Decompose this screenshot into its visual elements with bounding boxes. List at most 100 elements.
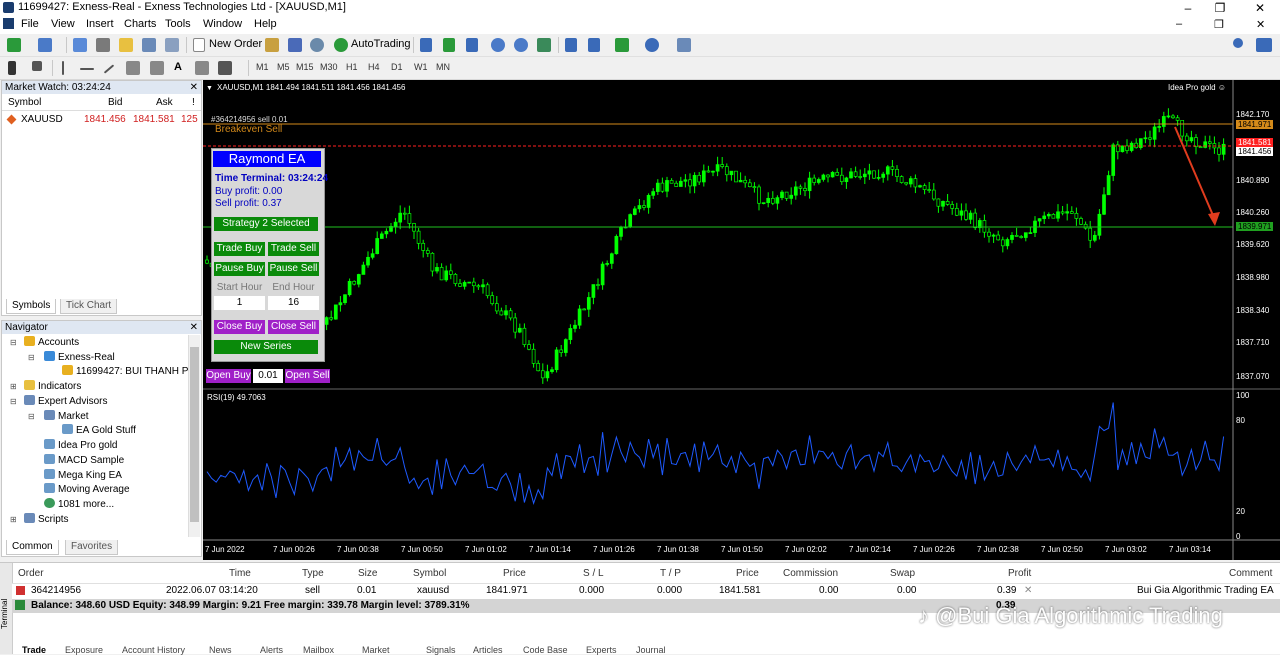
tab-code-base[interactable]: Code Base bbox=[523, 645, 568, 655]
minimize-button[interactable]: – bbox=[1170, 0, 1206, 16]
tab-mailbox[interactable]: Mailbox bbox=[303, 645, 334, 655]
scrollbar-thumb[interactable] bbox=[190, 347, 199, 522]
collapse-experts-icon[interactable]: ⊟ bbox=[10, 397, 17, 406]
tab-signals[interactable]: Signals bbox=[426, 645, 456, 655]
col-type[interactable]: Type bbox=[302, 568, 324, 579]
market-watch-icon[interactable] bbox=[73, 38, 87, 52]
timeframe-w1[interactable]: W1 bbox=[414, 62, 428, 72]
indicators-list-icon[interactable] bbox=[615, 38, 629, 52]
column-bid[interactable]: Bid bbox=[108, 95, 122, 110]
expand-indicators-icon[interactable]: ⊞ bbox=[10, 382, 17, 391]
col-price[interactable]: Price bbox=[503, 568, 526, 579]
cursor-icon[interactable] bbox=[8, 61, 16, 75]
col-profit[interactable]: Profit bbox=[1008, 568, 1031, 579]
tab-tick-chart[interactable]: Tick Chart bbox=[60, 299, 118, 314]
col-swap[interactable]: Swap bbox=[890, 568, 915, 579]
start-hour-input[interactable]: 1 bbox=[214, 296, 265, 310]
crosshair-icon[interactable] bbox=[32, 61, 42, 71]
maximize-button[interactable]: ❐ bbox=[1202, 0, 1238, 16]
tab-alerts[interactable]: Alerts bbox=[260, 645, 283, 655]
timeframe-m1[interactable]: M1 bbox=[256, 62, 269, 72]
nav-account[interactable]: 11699427: BUI THANH P bbox=[62, 365, 188, 379]
new-chart-icon[interactable] bbox=[7, 38, 21, 52]
col-order[interactable]: Order bbox=[18, 568, 44, 579]
nav-idea-pro-gold[interactable]: Idea Pro gold bbox=[44, 439, 118, 453]
timeframe-mn[interactable]: MN bbox=[436, 62, 450, 72]
chat-icon[interactable] bbox=[1256, 38, 1272, 52]
tab-journal[interactable]: Journal bbox=[636, 645, 666, 655]
periods-icon[interactable] bbox=[645, 38, 659, 52]
col-commission[interactable]: Commission bbox=[783, 568, 838, 579]
tile-windows-icon[interactable] bbox=[537, 38, 551, 52]
candlestick-icon[interactable] bbox=[443, 38, 455, 52]
nav-exness-real[interactable]: Exness-Real bbox=[44, 351, 115, 365]
close-sell-button[interactable]: Close Sell bbox=[268, 320, 319, 334]
nav-market[interactable]: Market bbox=[44, 410, 89, 424]
market-watch-close-button[interactable]: ✕ bbox=[190, 81, 198, 94]
market-icon[interactable] bbox=[310, 38, 324, 52]
menu-insert[interactable]: Insert bbox=[86, 18, 114, 30]
menu-window[interactable]: Window bbox=[203, 18, 242, 30]
metaeditor-icon[interactable] bbox=[265, 38, 279, 52]
signals-icon[interactable] bbox=[288, 38, 302, 52]
open-sell-button[interactable]: Open Sell bbox=[285, 369, 330, 383]
tab-articles[interactable]: Articles bbox=[473, 645, 503, 655]
nav-macd-sample[interactable]: MACD Sample bbox=[44, 454, 124, 468]
horizontal-line-icon[interactable] bbox=[80, 68, 94, 70]
menu-help[interactable]: Help bbox=[254, 18, 277, 30]
open-buy-button[interactable]: Open Buy bbox=[206, 369, 251, 383]
line-chart-icon[interactable] bbox=[466, 38, 478, 52]
tab-news[interactable]: News bbox=[209, 645, 232, 655]
column-spread[interactable]: ! bbox=[192, 95, 195, 110]
fibonacci-icon[interactable] bbox=[150, 61, 164, 75]
trendline-icon[interactable] bbox=[103, 64, 115, 74]
nav-more[interactable]: 1081 more... bbox=[44, 498, 114, 512]
tab-trade[interactable]: Trade bbox=[22, 645, 46, 655]
chart-minimize-button[interactable]: – bbox=[1176, 18, 1182, 30]
chart-close-button[interactable]: ✕ bbox=[1256, 18, 1265, 31]
market-watch-row[interactable]: XAUUSD 1841.456 1841.581 125 bbox=[2, 112, 201, 127]
text-label-icon[interactable] bbox=[195, 61, 209, 75]
zoom-in-icon[interactable] bbox=[491, 38, 505, 52]
search-icon[interactable] bbox=[1233, 38, 1243, 48]
close-window-button[interactable]: ✕ bbox=[1242, 0, 1278, 16]
nav-ea-gold-stuff[interactable]: EA Gold Stuff bbox=[62, 424, 136, 438]
col-tp[interactable]: T / P bbox=[660, 568, 681, 579]
zoom-out-icon[interactable] bbox=[514, 38, 528, 52]
timeframe-h4[interactable]: H4 bbox=[368, 62, 380, 72]
navigator-close-button[interactable]: ✕ bbox=[190, 321, 198, 334]
menu-tools[interactable]: Tools bbox=[165, 18, 191, 30]
nav-expert-advisors[interactable]: Expert Advisors bbox=[24, 395, 107, 409]
bar-chart-icon[interactable] bbox=[420, 38, 432, 52]
menu-file[interactable]: File bbox=[21, 18, 39, 30]
collapse-market-icon[interactable]: ⊟ bbox=[28, 412, 35, 421]
strategy-button[interactable]: Strategy 2 Selected bbox=[214, 217, 318, 231]
tab-market[interactable]: Market bbox=[362, 645, 390, 655]
nav-accounts[interactable]: Accounts bbox=[24, 336, 79, 350]
navigator-icon[interactable] bbox=[119, 38, 133, 52]
text-icon[interactable]: A bbox=[174, 61, 182, 73]
nav-scripts[interactable]: Scripts bbox=[24, 513, 69, 527]
chart-restore-button[interactable]: ❐ bbox=[1214, 18, 1224, 31]
new-series-button[interactable]: New Series bbox=[214, 340, 318, 354]
col-time[interactable]: Time bbox=[229, 568, 251, 579]
expand-scripts-icon[interactable]: ⊞ bbox=[10, 515, 17, 524]
column-ask[interactable]: Ask bbox=[156, 95, 173, 110]
tab-exposure[interactable]: Exposure bbox=[65, 645, 103, 655]
nav-moving-average[interactable]: Moving Average bbox=[44, 483, 130, 497]
close-trade-icon[interactable]: ✕ bbox=[1024, 585, 1032, 596]
timeframe-m30[interactable]: M30 bbox=[320, 62, 338, 72]
autoscroll-icon[interactable] bbox=[565, 38, 577, 52]
timeframe-h1[interactable]: H1 bbox=[346, 62, 358, 72]
nav-mega-king-ea[interactable]: Mega King EA bbox=[44, 469, 122, 483]
strategy-tester-icon[interactable] bbox=[165, 38, 179, 52]
menu-view[interactable]: View bbox=[51, 18, 75, 30]
nav-indicators[interactable]: Indicators bbox=[24, 380, 81, 394]
tab-experts[interactable]: Experts bbox=[586, 645, 617, 655]
col-size[interactable]: Size bbox=[358, 568, 377, 579]
pause-sell-button[interactable]: Pause Sell bbox=[268, 262, 319, 276]
col-symbol[interactable]: Symbol bbox=[413, 568, 446, 579]
close-buy-button[interactable]: Close Buy bbox=[214, 320, 265, 334]
collapse-accounts-icon[interactable]: ⊟ bbox=[10, 338, 17, 347]
data-window-icon[interactable] bbox=[96, 38, 110, 52]
